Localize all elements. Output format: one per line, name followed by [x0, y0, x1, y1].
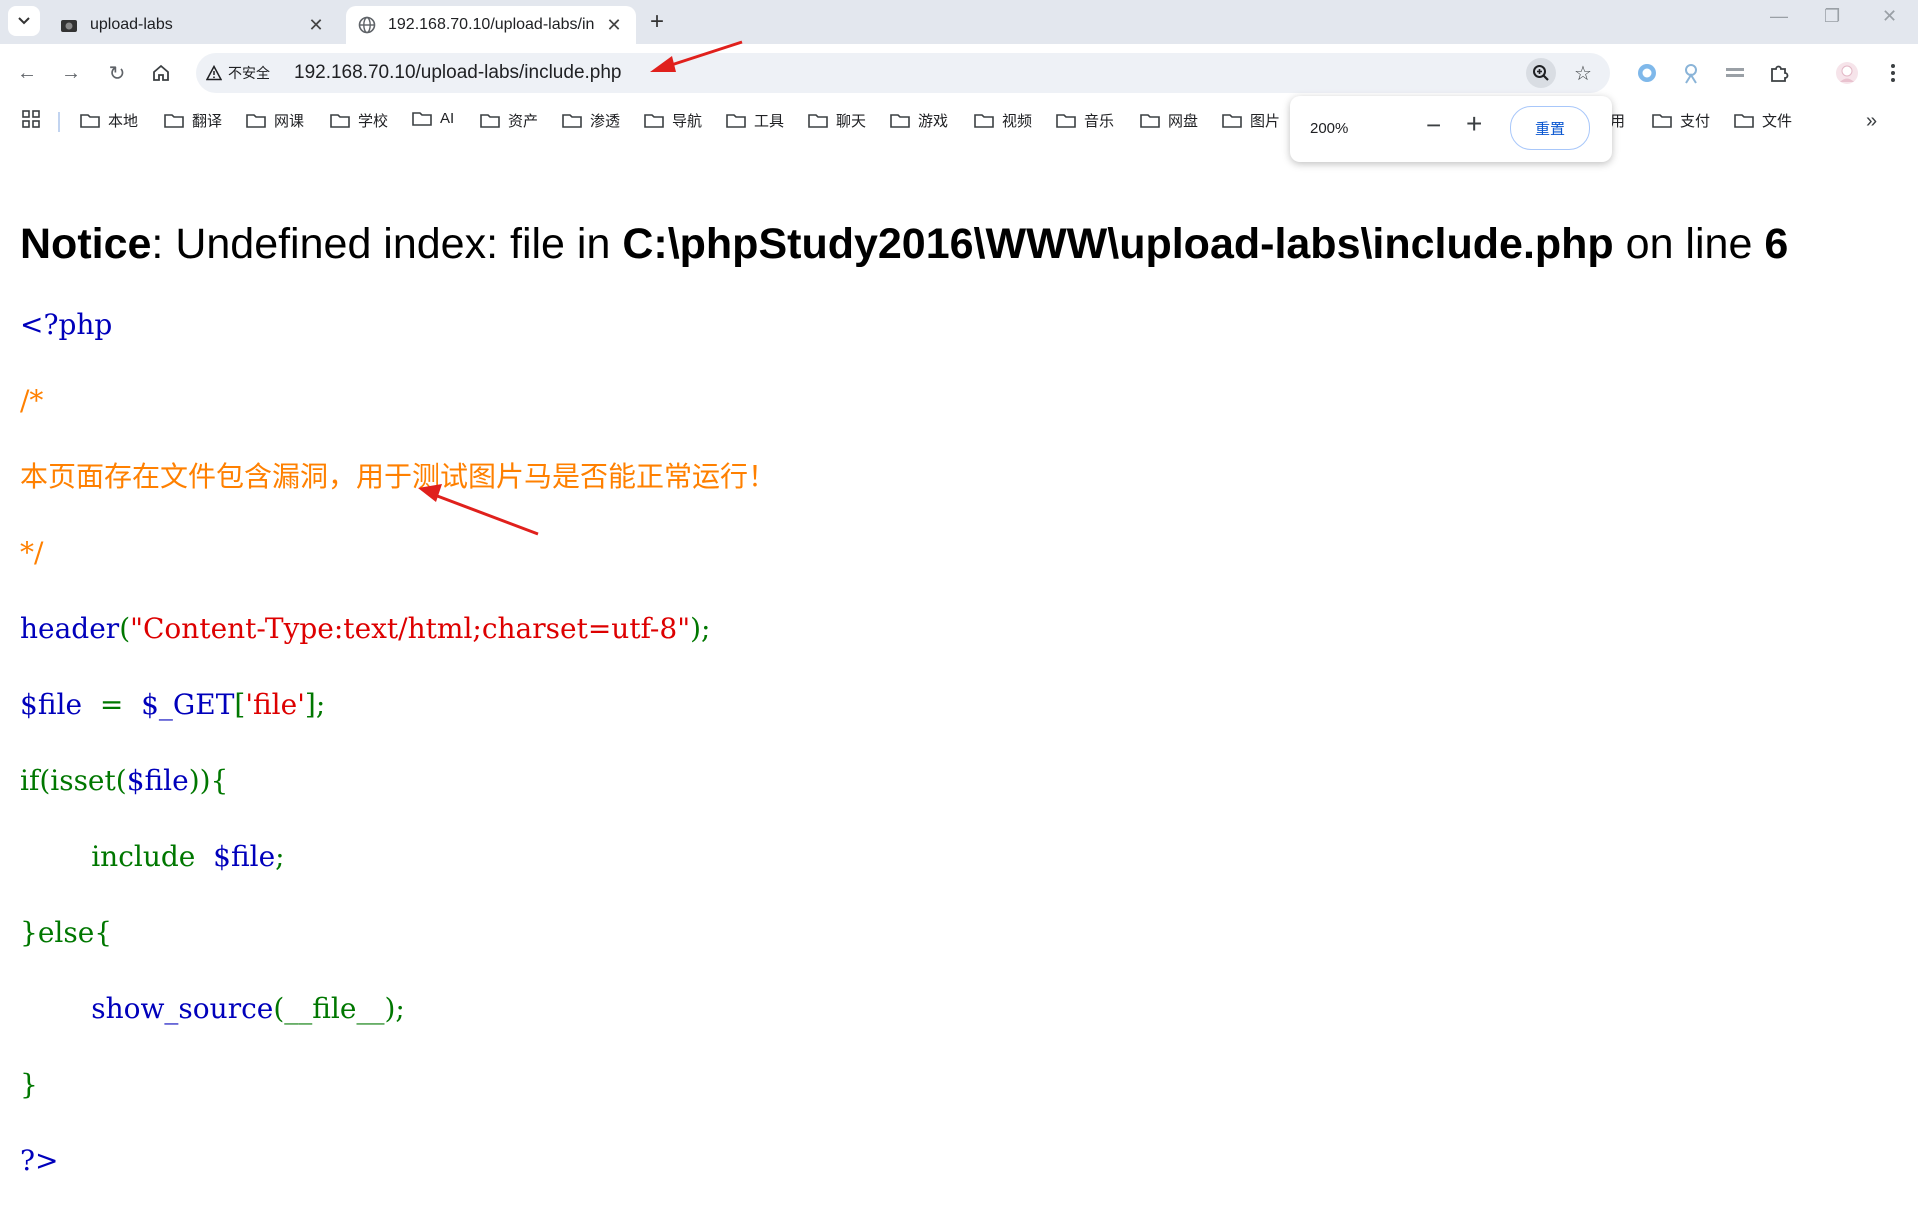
folder-icon — [246, 114, 266, 128]
folder-icon — [164, 114, 184, 128]
extension-menu-icon[interactable] — [1720, 58, 1750, 88]
minimize-icon[interactable]: — — [1770, 6, 1788, 27]
bookmark-folder[interactable]: 资产 — [480, 110, 538, 131]
forward-arrow-icon[interactable]: → — [56, 58, 86, 88]
bookmark-folder[interactable]: 图片 — [1222, 110, 1280, 131]
bookmark-folder[interactable]: 网课 — [246, 110, 304, 131]
bookmark-folder[interactable]: 音乐 — [1056, 110, 1114, 131]
folder-icon — [80, 114, 100, 128]
notice-middle: on line — [1613, 220, 1765, 268]
folder-icon — [808, 114, 828, 128]
code-line: }else{ — [20, 916, 113, 949]
code-line: */ — [20, 536, 44, 569]
extension-circle-icon[interactable] — [1632, 58, 1662, 88]
bookmark-folder[interactable]: 渗透 — [562, 110, 620, 131]
code-line: <?php — [20, 308, 113, 341]
code-line: if(isset($file)){ — [20, 764, 229, 797]
bookmark-folder[interactable]: 支付 — [1652, 110, 1710, 131]
bookmark-folder[interactable]: 工具 — [726, 110, 784, 131]
code-line: show_source(__file__); — [91, 992, 405, 1025]
bookmark-folder[interactable]: AI — [412, 110, 454, 127]
tab-close-icon[interactable]: ✕ — [602, 15, 626, 36]
bookmark-folder[interactable]: 聊天 — [808, 110, 866, 131]
more-menu-icon[interactable] — [1878, 58, 1908, 88]
profile-avatar[interactable] — [1832, 58, 1862, 88]
url-text[interactable]: 192.168.70.10/upload-labs/include.php — [294, 62, 622, 84]
folder-icon — [562, 114, 582, 128]
address-bar[interactable]: 不安全 192.168.70.10/upload-labs/include.ph… — [196, 53, 1610, 93]
new-tab-plus-icon[interactable]: + — [650, 8, 664, 36]
restore-icon[interactable]: ❐ — [1824, 6, 1840, 27]
bookmark-folder[interactable]: 网盘 — [1140, 110, 1198, 131]
bookmark-folder[interactable]: 用 — [1610, 110, 1625, 131]
apps-grid-icon[interactable] — [22, 110, 40, 128]
tab-close-icon[interactable]: ✕ — [304, 15, 328, 36]
chevron-down-icon — [18, 17, 30, 25]
php-notice: Notice: Undefined index: file in C:\phpS… — [20, 220, 1788, 269]
bookmark-folder[interactable]: 翻译 — [164, 110, 222, 131]
bookmarks-bar: 本地 翻译 网课 学校 AI 资产 渗透 导航 工具 聊天 游戏 视频 音乐 网… — [0, 102, 1918, 140]
bookmark-folder[interactable]: 本地 — [80, 110, 138, 131]
folder-icon — [1056, 114, 1076, 128]
tab-include-php[interactable]: 192.168.70.10/upload-labs/in ✕ — [346, 6, 636, 44]
zoom-reset-button[interactable]: 重置 — [1510, 106, 1590, 150]
warning-triangle-icon — [206, 65, 222, 81]
folder-icon — [1734, 114, 1754, 128]
bookmark-folder[interactable]: 视频 — [974, 110, 1032, 131]
code-line: ?> — [20, 1144, 59, 1177]
code-line: include $file; — [91, 840, 285, 873]
window-close-icon[interactable]: ✕ — [1882, 6, 1897, 27]
tab-title: upload-labs — [90, 16, 173, 33]
notice-message: : Undefined index: file in — [151, 220, 623, 268]
zoom-popup: 200% − + 重置 — [1290, 96, 1612, 162]
folder-icon — [412, 112, 432, 126]
extension-badge-icon[interactable] — [1676, 58, 1706, 88]
tab-strip: upload-labs ✕ 192.168.70.10/upload-labs/… — [0, 0, 1918, 44]
code-line: /* — [20, 384, 44, 417]
tab-search-button[interactable] — [8, 6, 40, 36]
not-secure-label: 不安全 — [228, 65, 270, 81]
bookmark-folder[interactable]: 文件 — [1734, 110, 1792, 131]
notice-label: Notice — [20, 220, 152, 268]
site-favicon-icon — [60, 16, 78, 34]
bookmarks-divider — [58, 112, 60, 132]
home-icon[interactable] — [146, 58, 176, 88]
bookmark-folder[interactable]: 学校 — [330, 110, 388, 131]
zoom-indicator-icon[interactable] — [1526, 58, 1556, 88]
folder-icon — [1222, 114, 1242, 128]
notice-path: C:\phpStudy2016\WWW\upload-labs\include.… — [622, 220, 1614, 268]
folder-icon — [644, 114, 664, 128]
security-chip[interactable]: 不安全 — [206, 62, 270, 84]
bookmark-star-icon[interactable]: ☆ — [1568, 58, 1598, 88]
more-bookmarks-chevron-icon[interactable]: » — [1866, 110, 1877, 133]
tab-title: 192.168.70.10/upload-labs/in — [388, 16, 595, 33]
globe-icon — [358, 16, 376, 34]
extensions-puzzle-icon[interactable] — [1764, 58, 1794, 88]
folder-icon — [480, 114, 500, 128]
code-line: $file = $_GET['file']; — [20, 688, 326, 721]
code-line: 本页面存在文件包含漏洞，用于测试图片马是否能正常运行！ — [20, 460, 777, 493]
zoom-out-button[interactable]: − — [1426, 110, 1441, 141]
folder-icon — [890, 114, 910, 128]
bookmark-folder[interactable]: 导航 — [644, 110, 702, 131]
browser-toolbar: ← → ↻ 不安全 192.168.70.10/upload-labs/incl… — [0, 44, 1918, 102]
folder-icon — [726, 114, 746, 128]
folder-icon — [1652, 114, 1672, 128]
bookmark-folder[interactable]: 游戏 — [890, 110, 948, 131]
reload-icon[interactable]: ↻ — [102, 58, 132, 88]
folder-icon — [1140, 114, 1160, 128]
php-source-code: <?php /* 本页面存在文件包含漏洞，用于测试图片马是否能正常运行！ */ … — [20, 268, 776, 1218]
zoom-level: 200% — [1310, 120, 1349, 137]
folder-icon — [330, 114, 350, 128]
code-line: } — [20, 1068, 38, 1101]
code-line: header("Content-Type:text/html;charset=u… — [20, 612, 711, 645]
zoom-in-button[interactable]: + — [1466, 108, 1482, 140]
folder-icon — [974, 114, 994, 128]
tab-upload-labs[interactable]: upload-labs ✕ — [48, 6, 338, 44]
back-arrow-icon[interactable]: ← — [12, 58, 42, 88]
notice-line-number: 6 — [1764, 220, 1789, 268]
